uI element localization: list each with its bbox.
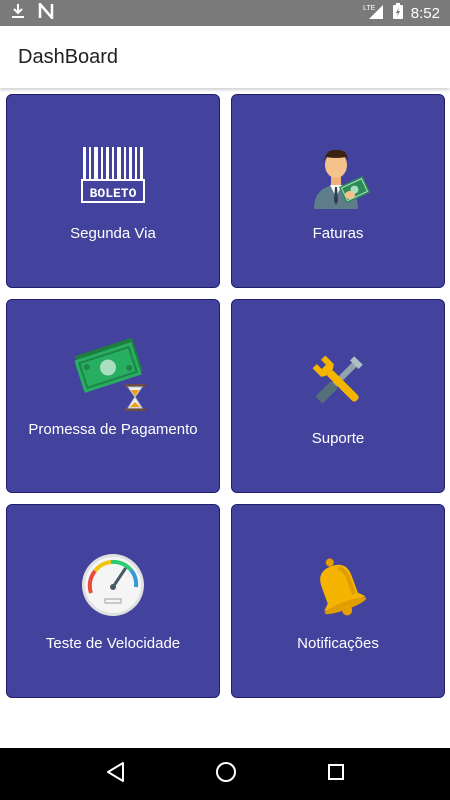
- card-label-notificacoes: Notificações: [297, 635, 379, 652]
- card-teste-de-velocidade[interactable]: Teste de Velocidade: [6, 504, 220, 698]
- card-label-faturas: Faturas: [312, 225, 364, 242]
- card-promessa-de-pagamento[interactable]: Promessa de Pagamento: [6, 299, 220, 493]
- n-notification-icon: [38, 0, 54, 24]
- tools-icon: [232, 352, 444, 410]
- card-notificacoes[interactable]: Notificações: [231, 504, 445, 698]
- recents-icon[interactable]: [327, 763, 345, 786]
- nav-bar: [0, 748, 450, 800]
- card-label-segunda-via: Segunda Via: [70, 225, 156, 242]
- status-time: 8:52: [410, 4, 440, 22]
- card-label-suporte: Suporte: [311, 430, 365, 447]
- page-title: DashBoard: [18, 45, 119, 68]
- home-icon[interactable]: [215, 761, 237, 788]
- signal-icon: LTE: [363, 3, 385, 23]
- boleto-barcode-icon: BOLETO: [7, 147, 219, 205]
- download-icon: [10, 3, 26, 24]
- card-label-teste-de-velocidade: Teste de Velocidade: [45, 635, 181, 652]
- card-suporte[interactable]: Suporte: [231, 299, 445, 493]
- card-faturas[interactable]: Faturas: [231, 94, 445, 288]
- dashboard-grid: BOLETO Segunda Via Faturas Promessa de P…: [0, 88, 450, 748]
- status-bar: LTE 8:52: [0, 0, 450, 26]
- card-segunda-via[interactable]: BOLETO Segunda Via: [6, 94, 220, 288]
- app-bar: DashBoard: [0, 26, 450, 88]
- network-label: LTE: [363, 5, 376, 12]
- money-hourglass-icon: [7, 334, 219, 412]
- back-icon[interactable]: [105, 761, 125, 788]
- businessman-money-icon: [232, 145, 444, 209]
- battery-icon: [392, 3, 403, 23]
- card-label-promessa-de-pagamento: Promessa de Pagamento: [28, 421, 198, 438]
- bell-icon: [232, 555, 444, 617]
- speedometer-icon: [7, 553, 219, 617]
- boleto-text: BOLETO: [90, 186, 137, 201]
